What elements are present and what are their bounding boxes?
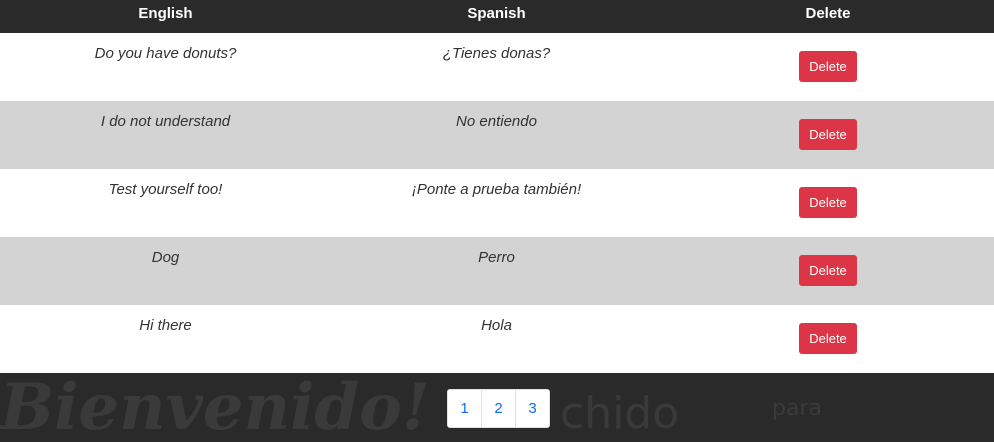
action-cell: Delete: [662, 305, 994, 373]
page-link-2[interactable]: 2: [482, 390, 516, 427]
column-header-spanish: Spanish: [467, 5, 526, 22]
vocabulary-table: English Spanish Delete Do you have donut…: [0, 0, 994, 373]
english-cell: Hi there: [139, 317, 192, 334]
spanish-cell: Perro: [478, 249, 515, 266]
page-link-1[interactable]: 1: [448, 390, 482, 427]
english-cell: Dog: [151, 249, 180, 266]
english-cell: Test yourself too!: [108, 181, 223, 198]
column-header-delete: Delete: [805, 5, 851, 22]
table-header: English Spanish Delete: [0, 0, 994, 33]
spanish-cell: ¡Ponte a prueba también!: [411, 181, 582, 198]
delete-button[interactable]: Delete: [799, 255, 857, 286]
delete-button[interactable]: Delete: [799, 119, 857, 150]
table-row: Test yourself too! ¡Ponte a prueba tambi…: [0, 169, 994, 237]
table-row: Dog Perro Delete: [0, 237, 994, 305]
action-cell: Delete: [662, 101, 994, 169]
table-row: Do you have donuts? ¿Tienes donas? Delet…: [0, 33, 994, 101]
english-cell: I do not understand: [100, 113, 231, 130]
column-header-english: English: [138, 5, 193, 22]
pagination: 1 2 3: [447, 389, 550, 428]
spanish-cell: ¿Tienes donas?: [442, 45, 551, 62]
page-link-3[interactable]: 3: [516, 390, 549, 427]
table-header-row: English Spanish Delete: [0, 0, 994, 33]
spanish-cell: Hola: [481, 317, 512, 334]
table-row: Hi there Hola Delete: [0, 305, 994, 373]
delete-button[interactable]: Delete: [799, 323, 857, 354]
english-cell: Do you have donuts?: [94, 45, 237, 62]
spanish-cell: No entiendo: [456, 113, 537, 130]
table-row: I do not understand No entiendo Delete: [0, 101, 994, 169]
delete-button[interactable]: Delete: [799, 187, 857, 218]
action-cell: Delete: [662, 169, 994, 237]
table-body: Do you have donuts? ¿Tienes donas? Delet…: [0, 33, 994, 373]
vocabulary-table-container: English Spanish Delete Do you have donut…: [0, 0, 994, 442]
delete-button[interactable]: Delete: [799, 51, 857, 82]
action-cell: Delete: [662, 33, 994, 101]
action-cell: Delete: [662, 237, 994, 305]
